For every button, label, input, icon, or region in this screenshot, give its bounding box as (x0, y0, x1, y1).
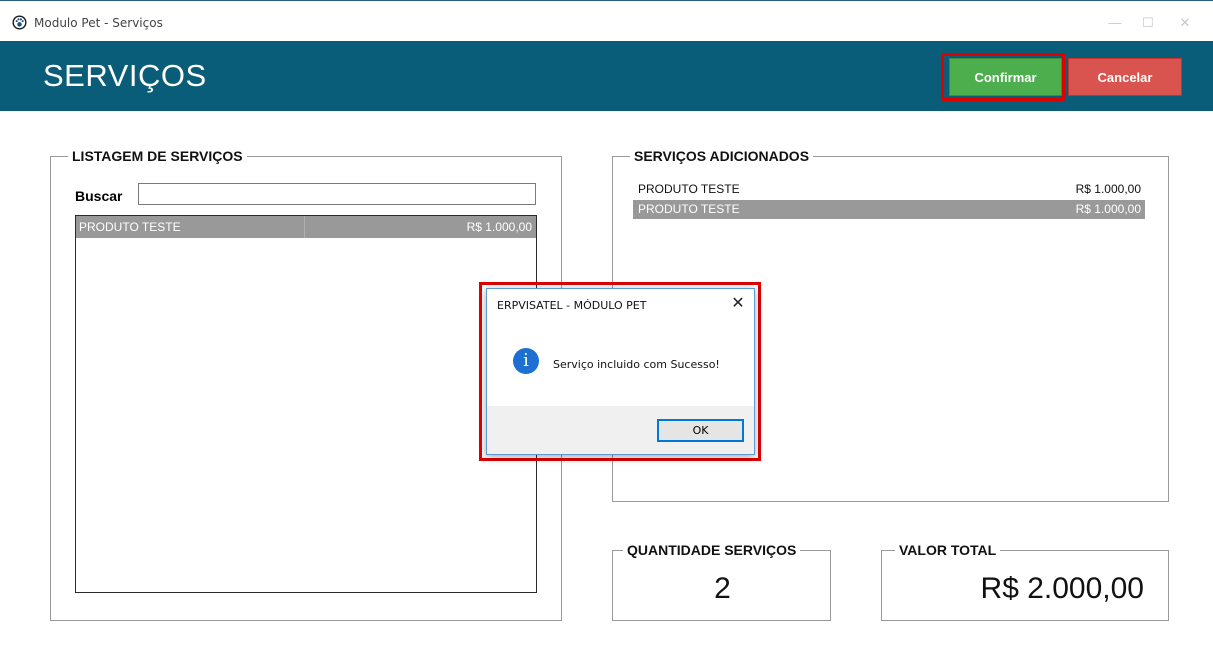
quantity-legend: QUANTIDADE SERVIÇOS (623, 542, 801, 558)
confirm-button[interactable]: Confirmar (949, 58, 1062, 96)
cancel-button[interactable]: Cancelar (1068, 58, 1182, 96)
page-title: SERVIÇOS (43, 58, 207, 93)
quantity-value: 2 (714, 572, 731, 605)
dialog-message: Serviço incluido com Sucesso! (553, 358, 720, 371)
total-value-group: VALOR TOTAL R$ 2.000,00 (881, 542, 1169, 621)
close-window-button[interactable]: ✕ (1170, 13, 1200, 33)
column-divider (304, 216, 305, 238)
dialog-footer: OK (487, 406, 754, 454)
list-item-price: R$ 1.000,00 (1075, 182, 1141, 196)
added-services-legend: SERVIÇOS ADICIONADOS (630, 148, 814, 164)
quantity-group: QUANTIDADE SERVIÇOS 2 (612, 542, 831, 621)
total-value-legend: VALOR TOTAL (895, 542, 1001, 558)
list-item[interactable]: PRODUTO TESTE R$ 1.000,00 (633, 180, 1145, 199)
services-listview[interactable]: PRODUTO TESTE R$ 1.000,00 (75, 215, 537, 593)
minimize-button[interactable]: — (1100, 13, 1130, 33)
message-dialog: ERPVISATEL - MÓDULO PET ✕ i Serviço incl… (486, 288, 755, 455)
search-label: Buscar (75, 188, 123, 204)
page-header: SERVIÇOS Confirmar Cancelar (0, 41, 1213, 111)
list-item-name: PRODUTO TESTE (79, 220, 181, 234)
dialog-title: ERPVISATEL - MÓDULO PET (497, 299, 647, 312)
ok-button[interactable]: OK (657, 419, 744, 442)
list-item[interactable]: PRODUTO TESTE R$ 1.000,00 (76, 216, 536, 238)
services-list-legend: LISTAGEM DE SERVIÇOS (68, 148, 247, 164)
search-input[interactable] (138, 183, 536, 205)
window-title: Modulo Pet - Serviços (34, 16, 163, 30)
list-item-price: R$ 1.000,00 (1075, 202, 1141, 216)
list-item-name: PRODUTO TESTE (638, 182, 740, 196)
window-titlebar: Modulo Pet - Serviços — ☐ ✕ (0, 0, 1213, 41)
list-item[interactable]: PRODUTO TESTE R$ 1.000,00 (633, 200, 1145, 219)
dialog-close-icon[interactable]: ✕ (727, 293, 749, 315)
list-item-name: PRODUTO TESTE (638, 202, 740, 216)
info-icon: i (513, 348, 539, 374)
total-value: R$ 2.000,00 (980, 572, 1144, 605)
list-item-price: R$ 1.000,00 (466, 220, 532, 234)
maximize-button[interactable]: ☐ (1133, 13, 1163, 33)
paw-icon (12, 15, 27, 30)
